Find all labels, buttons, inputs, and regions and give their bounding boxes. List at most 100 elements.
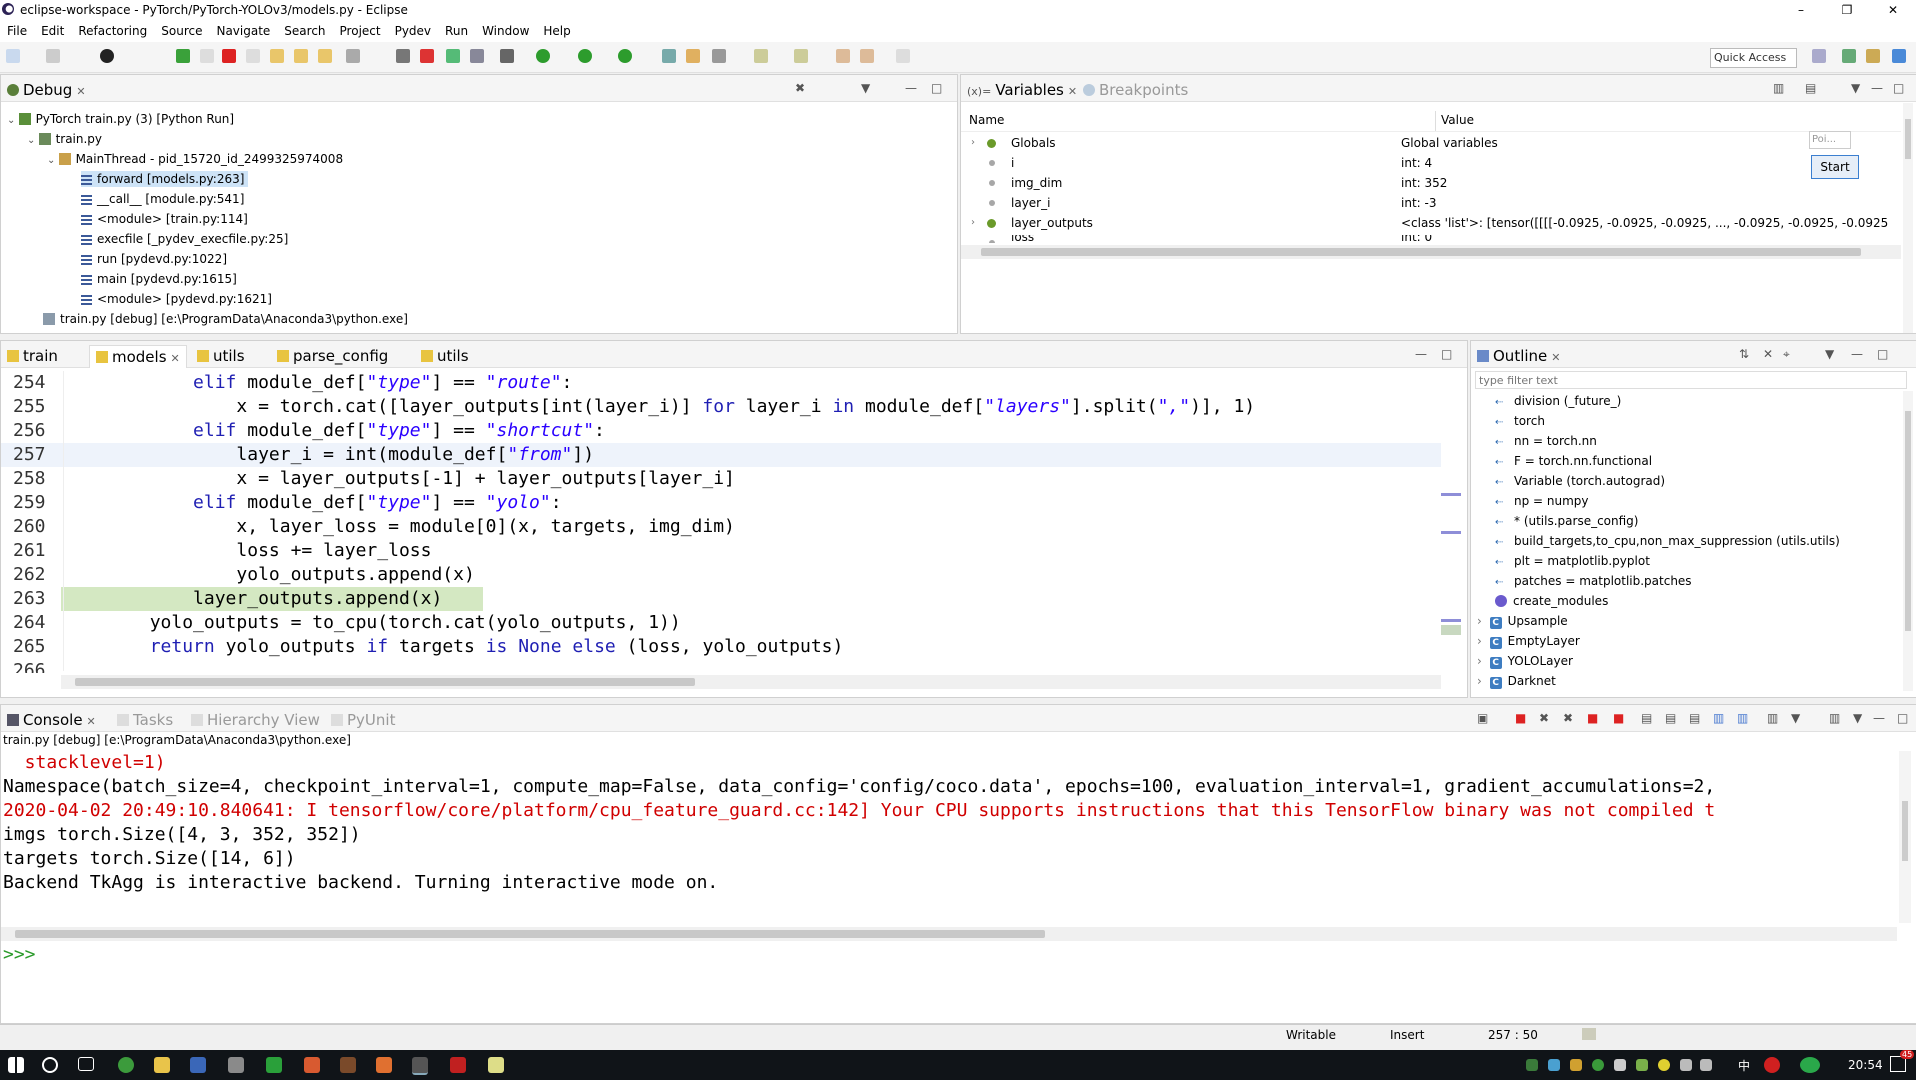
stop-all-icon[interactable]: ■ (1613, 711, 1624, 725)
scrollbar-thumb[interactable] (1905, 119, 1911, 159)
outline-item-import[interactable]: ⇠ patches = matplotlib.patches (1495, 571, 1692, 591)
tray-icon[interactable] (1570, 1059, 1582, 1071)
outline-item-class[interactable]: › C Upsample (1477, 611, 1568, 631)
stack-frame[interactable]: __call__ [module.py:541] (81, 191, 244, 207)
close-icon[interactable]: ✕ (171, 352, 180, 365)
outline-item-import[interactable]: ⇠ build_targets,to_cpu,non_max_suppressio… (1495, 531, 1840, 551)
outline-item-function[interactable]: create_modules (1495, 591, 1608, 611)
remove-all-icon[interactable]: ✖ (1563, 711, 1573, 725)
task-view-icon[interactable] (78, 1057, 94, 1071)
search-tool-icon[interactable] (712, 49, 726, 63)
expand-arrow-icon[interactable]: › (971, 215, 975, 231)
windows-start-icon[interactable] (8, 1057, 24, 1073)
expand-arrow-icon[interactable]: › (1477, 654, 1486, 668)
network-icon[interactable] (1680, 1059, 1692, 1071)
tab-pyunit[interactable]: PyUnit (331, 709, 395, 731)
expand-arrow-icon[interactable]: › (1477, 614, 1486, 628)
ruler-mark[interactable] (1441, 493, 1461, 496)
view-menu-icon[interactable]: ▼ (861, 81, 870, 95)
show-on-output-icon[interactable]: ▥ (1737, 711, 1748, 725)
next-annotation-icon[interactable] (754, 49, 768, 63)
back-icon[interactable] (860, 49, 874, 63)
prev-annotation-icon[interactable] (794, 49, 808, 63)
word-wrap-icon[interactable]: ▤ (1689, 711, 1700, 725)
code-line[interactable]: 260 x, layer_loss = module[0](x, targets… (1, 515, 1441, 539)
outline-item-class[interactable]: › C Darknet (1477, 671, 1556, 691)
tree-item-launch[interactable]: ⌄ PyTorch train.py (3) [Python Run] (7, 111, 234, 127)
open-perspective-icon[interactable] (1812, 49, 1826, 63)
security-icon[interactable] (1636, 1059, 1648, 1071)
input-method-icon[interactable] (1764, 1057, 1780, 1073)
code-line[interactable]: 254 elif module_def["type"] == "route": (1, 371, 1441, 395)
menu-window[interactable]: Window (475, 20, 536, 42)
remove-launch-icon[interactable]: ✖ (1539, 711, 1549, 725)
open-console-icon[interactable]: ▥ (1829, 711, 1840, 725)
maximize-view-icon[interactable]: □ (1893, 81, 1904, 95)
tab-utils[interactable]: utils (197, 345, 245, 367)
ruler-mark[interactable] (1441, 619, 1461, 622)
disconnect-icon[interactable] (246, 49, 260, 63)
tab-console[interactable]: Console ✕ (7, 709, 96, 731)
minimize-view-icon[interactable]: — (1871, 81, 1883, 95)
tray-icon[interactable] (1548, 1059, 1560, 1071)
open-folder-icon[interactable] (686, 49, 700, 63)
console-switch-icon[interactable]: ▣ (1477, 711, 1488, 725)
close-icon[interactable]: ✕ (76, 85, 85, 98)
link-editor-icon[interactable]: ⌖ (1783, 347, 1790, 362)
stack-frame[interactable]: <module> [pydevd.py:1621] (81, 291, 272, 307)
file-explorer-icon[interactable] (154, 1057, 170, 1073)
minimize-button[interactable]: – (1778, 0, 1824, 20)
view-menu-icon[interactable]: ▼ (1851, 81, 1860, 95)
new-console-icon[interactable]: ▼ (1791, 711, 1800, 725)
pin-console-icon[interactable]: ▥ (1713, 711, 1724, 725)
last-edit-icon[interactable] (836, 49, 850, 63)
menu-search[interactable]: Search (277, 20, 332, 42)
maximize-view-icon[interactable]: □ (1877, 347, 1888, 361)
new-icon[interactable] (6, 49, 20, 63)
expand-arrow-icon[interactable]: › (1477, 674, 1486, 688)
hide-fields-icon[interactable]: ✕ (1763, 347, 1773, 361)
app-icon[interactable] (376, 1057, 392, 1073)
tab-tasks[interactable]: Tasks (117, 709, 173, 731)
outline-item-import[interactable]: ⇠ nn = torch.nn (1495, 431, 1597, 451)
remove-breakpoints-icon[interactable] (420, 49, 434, 63)
menu-project[interactable]: Project (333, 20, 388, 42)
outline-item-class[interactable]: › C YOLOLayer (1477, 651, 1573, 671)
code-line[interactable]: 263 layer_outputs.append(x) (1, 587, 1441, 611)
tab-utils-2[interactable]: utils (421, 345, 469, 367)
volume-icon[interactable] (1700, 1059, 1712, 1071)
tab-hierarchy-view[interactable]: Hierarchy View (191, 709, 320, 731)
scrollbar-thumb[interactable] (981, 248, 1861, 256)
drop-to-frame-icon[interactable] (346, 49, 360, 63)
display-console-icon[interactable]: ▥ (1767, 711, 1778, 725)
skip-breakpoints-icon[interactable] (446, 49, 460, 63)
code-editor[interactable]: 254 elif module_def["type"] == "route": 2… (1, 371, 1441, 673)
menu-pydev[interactable]: Pydev (388, 20, 438, 42)
tray-icon[interactable] (1614, 1059, 1626, 1071)
debug-run-icon[interactable] (578, 49, 592, 63)
close-icon[interactable]: ✕ (1551, 351, 1560, 364)
tray-icon[interactable] (1526, 1059, 1538, 1071)
outline-item-import[interactable]: ⇠ division (_future_) (1495, 391, 1621, 411)
tab-variables[interactable]: (x)= Variables ✕ (967, 79, 1077, 101)
close-icon[interactable]: ✕ (87, 715, 96, 728)
tree-item-thread[interactable]: ⌄ MainThread - pid_15720_id_249932597400… (47, 151, 343, 167)
stack-frame[interactable]: <module> [train.py:114] (81, 211, 248, 227)
clear-console-icon[interactable]: ▤ (1641, 711, 1652, 725)
outline-item-import[interactable]: ⇠ F = torch.nn.functional (1495, 451, 1652, 471)
coverage-icon[interactable] (618, 49, 632, 63)
terminate-icon[interactable] (222, 49, 236, 63)
outline-item-import[interactable]: ⇠ Variable (torch.autograd) (1495, 471, 1665, 491)
ime-indicator[interactable]: 中 (1738, 1057, 1750, 1074)
clock[interactable]: 20:54 (1848, 1058, 1883, 1072)
tab-parse-config[interactable]: parse_config (277, 345, 388, 367)
code-line[interactable]: 266 (1, 659, 1441, 673)
column-name[interactable]: Name (969, 113, 1004, 127)
eclipse-taskbar-icon[interactable] (412, 1057, 428, 1075)
minimize-view-icon[interactable]: — (905, 81, 917, 95)
expand-arrow-icon[interactable]: › (1477, 634, 1486, 648)
save-icon[interactable] (46, 49, 60, 63)
scrollbar-thumb[interactable] (75, 678, 695, 686)
stack-frame[interactable]: main [pydevd.py:1615] (81, 271, 237, 287)
app-icon[interactable] (190, 1057, 206, 1073)
